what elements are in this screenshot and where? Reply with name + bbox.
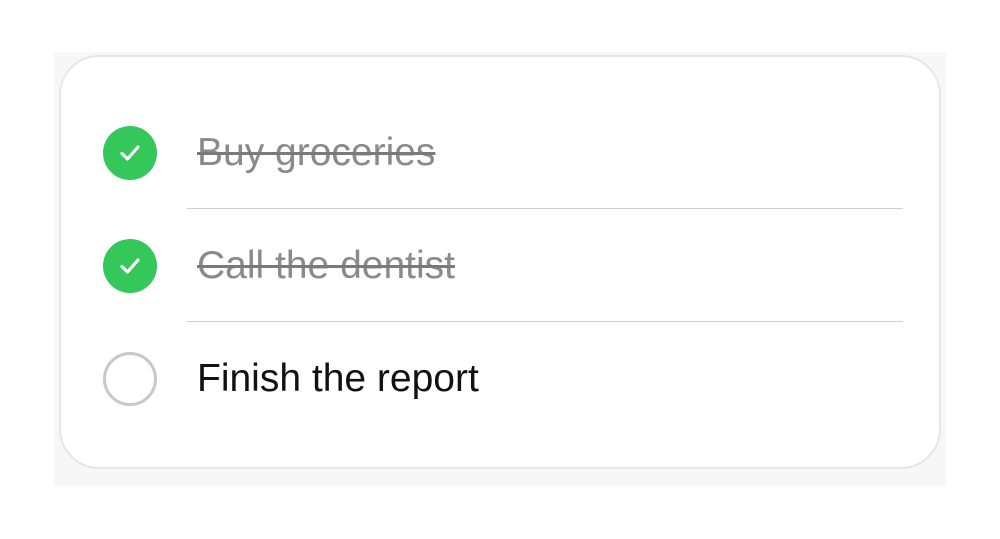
todo-list-card: Buy groceries Call the dentist Finish th… [59,55,941,469]
divider [187,208,903,209]
checkmark-circle-icon[interactable] [103,239,157,293]
todo-item-buy-groceries[interactable]: Buy groceries [61,97,939,209]
todo-item-label: Call the dentist [197,244,455,287]
checkmark-circle-icon[interactable] [103,126,157,180]
checkmark-icon [120,145,140,161]
todo-item-call-the-dentist[interactable]: Call the dentist [61,210,939,322]
checkmark-icon [120,258,140,274]
divider [187,321,903,322]
todo-item-finish-the-report[interactable]: Finish the report [61,323,939,435]
empty-circle-icon[interactable] [103,352,157,406]
todo-item-label: Finish the report [197,357,479,400]
todo-item-label: Buy groceries [197,131,436,174]
